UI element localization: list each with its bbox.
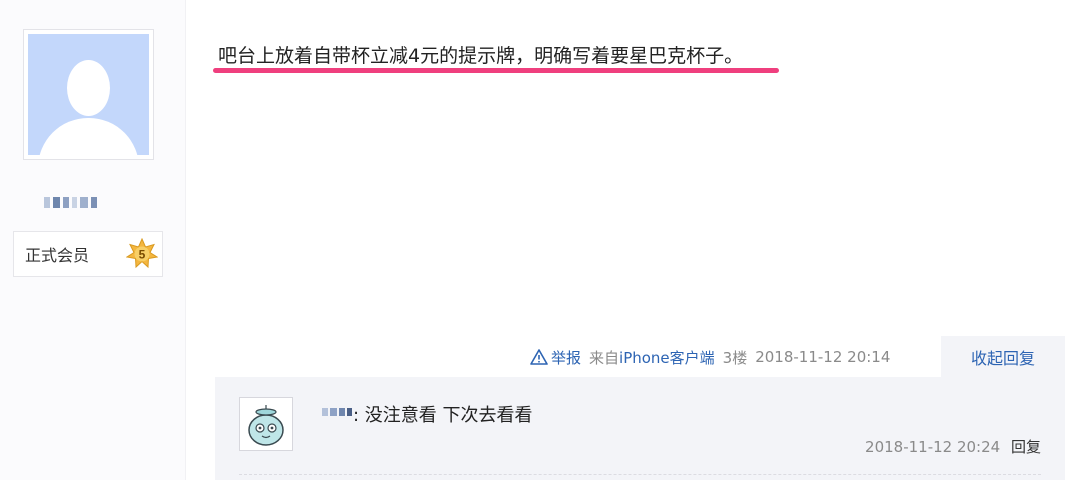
reply-meta: 2018-11-12 20:24 回复	[865, 436, 1041, 457]
reply-timestamp: 2018-11-12 20:24	[865, 438, 1001, 456]
reply-list: : 没注意看 下次去看看 2018-11-12 20:24 回复	[215, 377, 1065, 480]
author-sidebar: 正式会员 5	[0, 0, 186, 480]
reply-divider	[239, 474, 1041, 475]
post-content: 吧台上放着自带杯立减4元的提示牌，明确写着要星巴克杯子。	[218, 45, 744, 67]
author-avatar[interactable]	[23, 29, 154, 160]
report-button[interactable]: 举报	[530, 347, 581, 368]
report-label: 举报	[551, 348, 582, 367]
post-source-link[interactable]: iPhone客户端	[619, 347, 715, 368]
cartoon-cat-avatar-icon	[242, 400, 290, 448]
reply-username-pixelated[interactable]	[322, 405, 352, 419]
member-label: 正式会员	[25, 246, 90, 265]
highlight-underline	[213, 68, 779, 73]
post-meta: 举报 来自 iPhone客户端 3楼 2018-11-12 20:14	[530, 343, 890, 371]
reply-button[interactable]: 回复	[1011, 438, 1041, 456]
collapse-replies-button[interactable]: 收起回复	[941, 336, 1065, 378]
post-source-prefix: 来自	[589, 348, 620, 367]
reply-text: : 没注意看 下次去看看	[353, 405, 533, 426]
post-timestamp: 2018-11-12 20:14	[755, 348, 891, 366]
default-user-avatar-icon	[28, 34, 149, 155]
author-username-pixelated[interactable]	[44, 195, 97, 209]
level-number: 5	[139, 248, 146, 262]
reply-avatar[interactable]	[239, 397, 293, 451]
member-badge: 正式会员 5	[13, 231, 163, 277]
level-star-icon: 5	[126, 238, 158, 269]
warning-icon	[530, 349, 548, 365]
floor-number: 3楼	[722, 348, 748, 367]
